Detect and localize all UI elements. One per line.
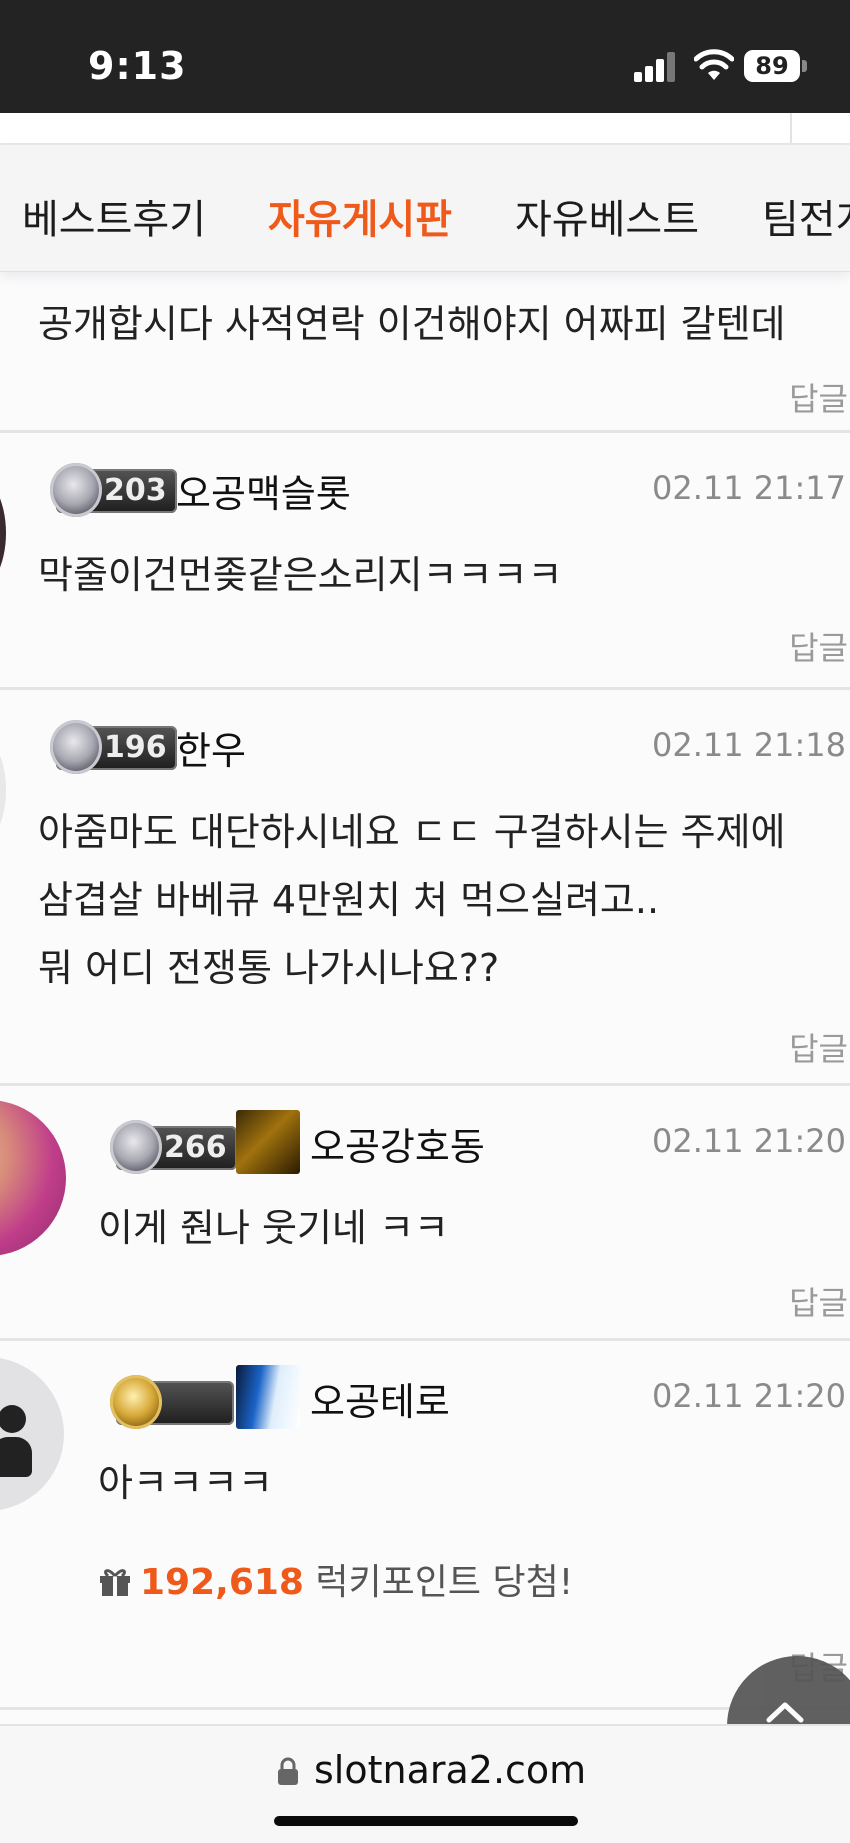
url-text: slotnara2.com: [314, 1748, 587, 1792]
comment-item: 오공테로 02.11 21:20 아ㅋㅋㅋㅋ 192,618 럭키포인트 당첨!…: [0, 1341, 850, 1710]
comment-username[interactable]: 오공강호동: [310, 1116, 485, 1171]
comment-item: 266 오공강호동 02.11 21:20 이게 줜나 웃기네 ㅋㅋ 답글: [0, 1086, 850, 1341]
level-badge: 196: [50, 720, 177, 774]
comment-date: 02.11 21:20: [652, 1122, 846, 1160]
tab-free-best[interactable]: 자유베스트: [515, 187, 699, 245]
comment-item: 203 오공맥슬롯 02.11 21:17 막줄이건먼좆같은소리지ㅋㅋㅋㅋ 답글: [0, 433, 850, 690]
comment-item: 196 한우 02.11 21:18 아줌마도 대단하시네요 ㄷㄷ 구걸하시는 …: [0, 690, 850, 1086]
avatar[interactable]: [0, 1357, 64, 1511]
comment-text: 막줄이건먼좆같은소리지ㅋㅋㅋㅋ: [38, 553, 563, 597]
lock-icon: [278, 1757, 298, 1785]
status-time: 9:13: [88, 44, 187, 88]
battery-icon: 89: [744, 50, 800, 82]
reply-button[interactable]: 답글: [789, 623, 848, 669]
comment-text-line: 삼겹살 바베큐 4만원치 처 먹으실려고..: [38, 878, 660, 922]
avatar[interactable]: [0, 1100, 66, 1256]
comment-date: 02.11 21:17: [652, 469, 846, 507]
home-indicator[interactable]: [274, 1816, 578, 1826]
board-tabs: 베스트후기 자유게시판 자유베스트 팀전게: [0, 145, 850, 272]
reply-button[interactable]: 답글: [789, 1278, 848, 1324]
wifi-icon: [694, 49, 734, 80]
level-badge: 266: [110, 1120, 237, 1174]
gift-icon: [100, 1569, 130, 1596]
reply-button[interactable]: 답글: [789, 374, 848, 420]
comment-username[interactable]: 한우: [176, 720, 246, 775]
level-badge: [110, 1375, 234, 1429]
cellular-signal-icon: [634, 52, 676, 82]
lucky-points: 192,618 럭키포인트 당첨!: [98, 1553, 573, 1605]
status-bar: 9:13 89: [0, 0, 850, 113]
lucky-points-value: 192,618: [140, 1562, 304, 1603]
level-badge: 203: [50, 463, 177, 517]
tab-best-reviews[interactable]: 베스트후기: [22, 187, 206, 245]
comment-date: 02.11 21:20: [652, 1377, 846, 1415]
battery-tip: [802, 60, 807, 72]
comment-text-line: 뭐 어디 전쟁통 나가시나요??: [38, 946, 500, 990]
tab-free-board[interactable]: 자유게시판: [268, 187, 452, 245]
browser-address-bar[interactable]: slotnara2.com: [0, 1724, 850, 1843]
header-strip: [0, 113, 850, 145]
tab-team-battle[interactable]: 팀전게: [762, 187, 850, 245]
comment-text-line: 아줌마도 대단하시네요 ㄷㄷ 구걸하시는 주제에: [38, 810, 786, 854]
avatar[interactable]: [0, 730, 6, 850]
comment-username[interactable]: 오공테로: [310, 1371, 450, 1426]
comment-text: 공개합시다 사적연락 이건해야지 어짜피 갈텐데: [38, 302, 786, 346]
avatar[interactable]: [0, 473, 6, 593]
rank-image: [236, 1110, 300, 1174]
reply-button[interactable]: 답글: [789, 1024, 848, 1070]
comment-username[interactable]: 오공맥슬롯: [176, 463, 351, 518]
lucky-points-label: 럭키포인트 당첨!: [315, 1562, 574, 1603]
comment-text: 아ㅋㅋㅋㅋ: [98, 1461, 273, 1505]
url-display[interactable]: slotnara2.com: [276, 1748, 586, 1792]
rank-image: [236, 1365, 300, 1429]
chevron-up-icon: [766, 1702, 804, 1723]
comment-date: 02.11 21:18: [652, 726, 846, 764]
comment-text: 이게 줜나 웃기네 ㅋㅋ: [98, 1206, 449, 1250]
